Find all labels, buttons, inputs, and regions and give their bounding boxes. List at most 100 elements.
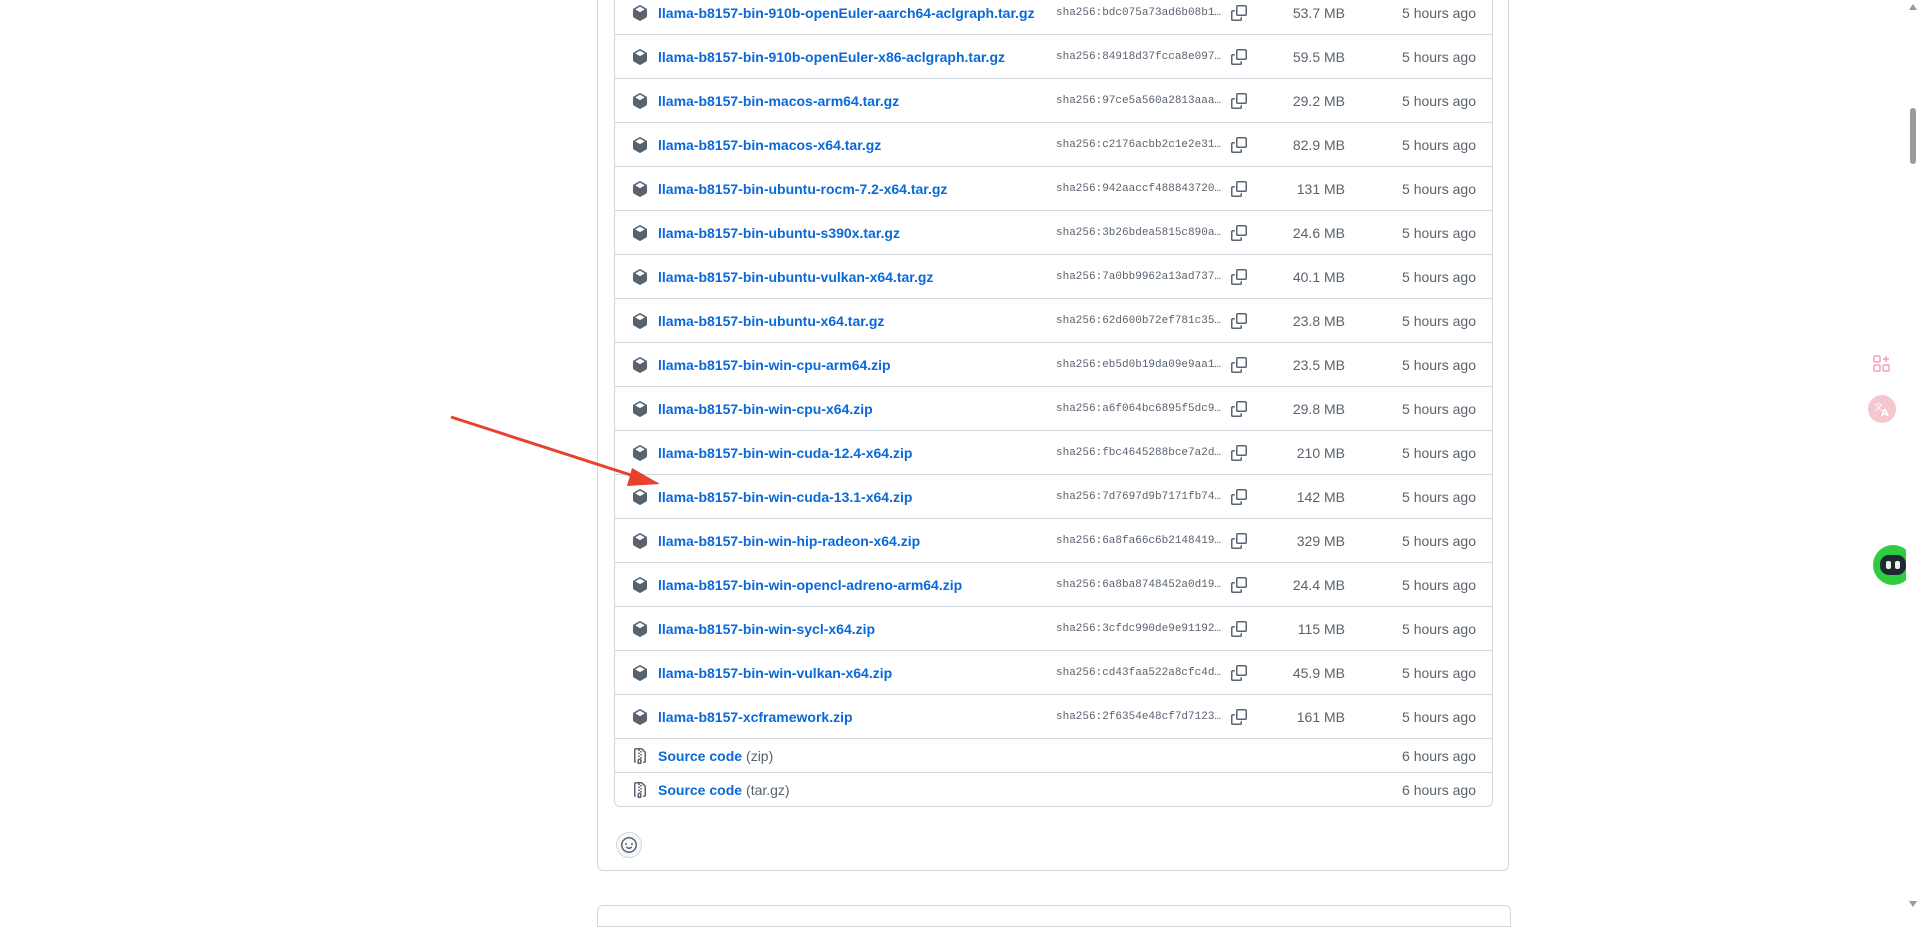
asset-sha: sha256:6a8fa66c6b2148419…: [1056, 534, 1222, 547]
asset-sha: sha256:97ce5a560a2813aaa…: [1056, 94, 1222, 107]
asset-link[interactable]: llama-b8157-bin-win-opencl-adreno-arm64.…: [658, 577, 1056, 593]
asset-row: llama-b8157-bin-macos-x64.tar.gz sha256:…: [615, 122, 1492, 166]
source-link[interactable]: Source code (tar.gz): [658, 782, 1056, 798]
asset-row: llama-b8157-bin-win-cuda-12.4-x64.zip sh…: [615, 430, 1492, 474]
asset-size: 24.6 MB: [1292, 224, 1345, 241]
robot-face: [1880, 555, 1906, 575]
asset-size: 59.5 MB: [1292, 48, 1345, 65]
asset-row: llama-b8157-xcframework.zip sha256:2f635…: [615, 694, 1492, 738]
asset-link[interactable]: llama-b8157-bin-win-vulkan-x64.zip: [658, 665, 1056, 681]
scroll-up-icon[interactable]: [1909, 4, 1917, 10]
copy-icon[interactable]: [1231, 532, 1247, 549]
asset-row: llama-b8157-bin-win-cuda-13.1-x64.zip sh…: [615, 474, 1492, 518]
asset-row: llama-b8157-bin-ubuntu-s390x.tar.gz sha2…: [615, 210, 1492, 254]
asset-row: llama-b8157-bin-win-sycl-x64.zip sha256:…: [615, 606, 1492, 650]
copy-icon[interactable]: [1231, 576, 1247, 593]
asset-size: 142 MB: [1296, 488, 1345, 505]
asset-row: llama-b8157-bin-win-cpu-arm64.zip sha256…: [615, 342, 1492, 386]
asset-link[interactable]: llama-b8157-bin-ubuntu-rocm-7.2-x64.tar.…: [658, 181, 1056, 197]
asset-sha: sha256:cd43faa522a8cfc4d…: [1056, 666, 1222, 679]
package-icon: [632, 488, 648, 505]
asset-age: 5 hours ago: [1402, 136, 1476, 153]
asset-link[interactable]: llama-b8157-bin-ubuntu-s390x.tar.gz: [658, 225, 1056, 241]
asset-age: 5 hours ago: [1402, 444, 1476, 461]
copy-icon[interactable]: [1231, 400, 1247, 417]
asset-link[interactable]: llama-b8157-bin-win-hip-radeon-x64.zip: [658, 533, 1056, 549]
asset-age: 5 hours ago: [1402, 576, 1476, 593]
asset-age: 5 hours ago: [1402, 488, 1476, 505]
apps-plus-icon[interactable]: [1868, 350, 1896, 378]
asset-link[interactable]: llama-b8157-bin-910b-openEuler-x86-aclgr…: [658, 49, 1056, 65]
copy-icon[interactable]: [1231, 136, 1247, 153]
asset-sha: sha256:3cfdc990de9e91192…: [1056, 622, 1222, 635]
file-zip-icon: [632, 747, 648, 764]
asset-link[interactable]: llama-b8157-bin-macos-x64.tar.gz: [658, 137, 1056, 153]
asset-sha: sha256:eb5d0b19da09e9aa1…: [1056, 358, 1222, 371]
asset-link[interactable]: llama-b8157-bin-win-sycl-x64.zip: [658, 621, 1056, 637]
asset-link[interactable]: llama-b8157-bin-macos-arm64.tar.gz: [658, 93, 1056, 109]
smiley-icon: [621, 837, 637, 853]
scroll-thumb[interactable]: [1910, 108, 1916, 164]
asset-age: 5 hours ago: [1402, 4, 1476, 21]
source-age: 6 hours ago: [1402, 781, 1476, 798]
asset-link[interactable]: llama-b8157-bin-win-cuda-13.1-x64.zip: [658, 489, 1056, 505]
asset-sha: sha256:62d600b72ef781c35…: [1056, 314, 1222, 327]
copy-icon[interactable]: [1231, 312, 1247, 329]
svg-text:A: A: [1881, 408, 1889, 418]
asset-size: 329 MB: [1296, 532, 1345, 549]
asset-row: llama-b8157-bin-macos-arm64.tar.gz sha25…: [615, 78, 1492, 122]
package-icon: [632, 312, 648, 329]
asset-link[interactable]: llama-b8157-bin-ubuntu-vulkan-x64.tar.gz: [658, 269, 1056, 285]
asset-row: llama-b8157-bin-910b-openEuler-x86-aclgr…: [615, 34, 1492, 78]
file-zip-icon: [632, 781, 648, 798]
asset-size: 23.5 MB: [1292, 356, 1345, 373]
copy-icon[interactable]: [1231, 664, 1247, 681]
asset-age: 5 hours ago: [1402, 400, 1476, 417]
copy-icon[interactable]: [1231, 268, 1247, 285]
source-label: Source code: [658, 781, 743, 798]
package-icon: [632, 664, 648, 681]
asset-sha: sha256:7a0bb9962a13ad737…: [1056, 270, 1222, 283]
copy-icon[interactable]: [1231, 4, 1247, 21]
asset-age: 5 hours ago: [1402, 532, 1476, 549]
copy-icon[interactable]: [1231, 224, 1247, 241]
package-icon: [632, 532, 648, 549]
asset-link[interactable]: llama-b8157-bin-win-cpu-arm64.zip: [658, 357, 1056, 373]
source-label: Source code: [658, 747, 743, 764]
source-row: Source code (tar.gz) 6 hours ago: [615, 772, 1492, 806]
asset-age: 5 hours ago: [1402, 92, 1476, 109]
asset-row: llama-b8157-bin-ubuntu-vulkan-x64.tar.gz…: [615, 254, 1492, 298]
asset-link[interactable]: llama-b8157-bin-ubuntu-x64.tar.gz: [658, 313, 1056, 329]
copy-icon[interactable]: [1231, 444, 1247, 461]
copy-icon[interactable]: [1231, 92, 1247, 109]
scroll-down-icon[interactable]: [1909, 901, 1917, 907]
asset-link[interactable]: llama-b8157-bin-win-cpu-x64.zip: [658, 401, 1056, 417]
asset-row: llama-b8157-bin-win-vulkan-x64.zip sha25…: [615, 650, 1492, 694]
vertical-scrollbar[interactable]: [1906, 0, 1920, 911]
copy-icon[interactable]: [1231, 48, 1247, 65]
asset-size: 131 MB: [1296, 180, 1345, 197]
copy-icon[interactable]: [1231, 708, 1247, 725]
asset-row: llama-b8157-bin-win-opencl-adreno-arm64.…: [615, 562, 1492, 606]
asset-link[interactable]: llama-b8157-xcframework.zip: [658, 709, 1056, 725]
asset-sha: sha256:942aaccf488843720…: [1056, 182, 1222, 195]
copy-icon[interactable]: [1231, 620, 1247, 637]
asset-size: 53.7 MB: [1292, 4, 1345, 21]
asset-age: 5 hours ago: [1402, 48, 1476, 65]
add-reaction-button[interactable]: [616, 832, 642, 858]
assets-list: llama-b8157-bin-910b-openEuler-aarch64-a…: [614, 0, 1493, 807]
copy-icon[interactable]: [1231, 180, 1247, 197]
source-link[interactable]: Source code (zip): [658, 748, 1056, 764]
asset-age: 5 hours ago: [1402, 708, 1476, 725]
asset-age: 5 hours ago: [1402, 356, 1476, 373]
package-icon: [632, 136, 648, 153]
asset-sha: sha256:84918d37fcca8e097…: [1056, 50, 1222, 63]
copy-icon[interactable]: [1231, 488, 1247, 505]
translate-icon[interactable]: 文A: [1868, 395, 1896, 423]
asset-link[interactable]: llama-b8157-bin-910b-openEuler-aarch64-a…: [658, 5, 1056, 21]
asset-link[interactable]: llama-b8157-bin-win-cuda-12.4-x64.zip: [658, 445, 1056, 461]
package-icon: [632, 92, 648, 109]
copy-icon[interactable]: [1231, 356, 1247, 373]
asset-age: 5 hours ago: [1402, 620, 1476, 637]
asset-size: 23.8 MB: [1292, 312, 1345, 329]
